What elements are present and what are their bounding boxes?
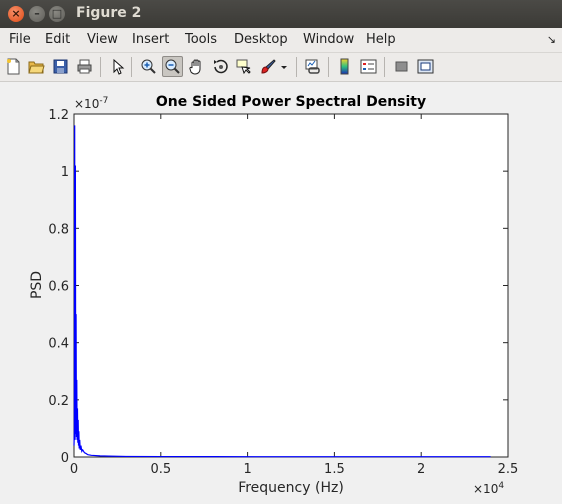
x-tick-label: 0: [70, 462, 78, 477]
menu-desktop[interactable]: Desktop: [234, 32, 288, 47]
x-tick-label: 2.5: [498, 462, 519, 477]
hide-plot-tools-icon: [395, 61, 408, 72]
data-cursor-button[interactable]: [234, 56, 255, 77]
hide-plot-tools-button[interactable]: [391, 56, 412, 77]
y-tick-label: 0.8: [48, 222, 69, 237]
toolbar-separator: [296, 57, 297, 77]
chart-title: One Sided Power Spectral Density: [156, 94, 426, 110]
y-tick-label: 0.4: [48, 337, 69, 352]
menu-window[interactable]: Window: [303, 32, 354, 47]
link-plot-icon: [305, 59, 320, 74]
toolbar-separator: [328, 57, 329, 77]
toolbar-separator: [100, 57, 101, 77]
toolbar-separator: [384, 57, 385, 77]
figure-toolbar: [0, 53, 562, 82]
x-exponent-label: ×104: [473, 481, 504, 496]
colorbar-button[interactable]: [334, 56, 355, 77]
y-tick-label: 0.2: [48, 394, 69, 409]
open-file-button[interactable]: [26, 56, 47, 77]
y-axis-label: PSD: [29, 271, 45, 299]
menu-tools[interactable]: Tools: [185, 32, 217, 47]
close-window-button[interactable]: ×: [8, 6, 24, 22]
zoom-out-button[interactable]: [162, 56, 183, 77]
x-tick-label: 2: [417, 462, 425, 477]
title-bar[interactable]: × – □ Figure 2: [0, 0, 562, 28]
save-button[interactable]: [50, 56, 71, 77]
x-axis-label: Frequency (Hz): [238, 480, 344, 496]
y-tick-label: 1.2: [48, 108, 69, 123]
new-figure-icon: [7, 58, 20, 75]
menu-edit[interactable]: Edit: [45, 32, 70, 47]
menu-view[interactable]: View: [87, 32, 118, 47]
zoom-in-button[interactable]: [138, 56, 159, 77]
minimize-window-button[interactable]: –: [29, 6, 45, 22]
brush-dropdown-button[interactable]: [278, 56, 290, 77]
edit-plot-button[interactable]: [107, 56, 128, 77]
open-file-icon: [28, 61, 45, 74]
brush-button[interactable]: [258, 56, 279, 77]
toolbar-separator: [131, 57, 132, 77]
brush-dropdown-icon: [281, 66, 287, 69]
legend-button[interactable]: [358, 56, 379, 77]
edit-plot-arrow-icon: [113, 58, 125, 75]
menu-insert[interactable]: Insert: [132, 32, 169, 47]
x-tick-label: 0.5: [150, 462, 171, 477]
legend-icon: [360, 59, 377, 74]
menu-file[interactable]: File: [9, 32, 31, 47]
pan-hand-icon: [189, 59, 201, 75]
data-cursor-icon: [236, 59, 251, 75]
pan-button[interactable]: [186, 56, 207, 77]
dock-figure-button[interactable]: ↘: [547, 33, 556, 46]
y-tick-label: 1: [61, 165, 69, 180]
rotate-3d-button[interactable]: [210, 56, 231, 77]
window-title: Figure 2: [76, 5, 142, 21]
new-figure-button[interactable]: [3, 56, 24, 77]
print-button[interactable]: [74, 56, 95, 77]
figure-window: × – □ Figure 2 File Edit View Insert Too…: [0, 0, 562, 504]
axes-background[interactable]: [73, 113, 509, 458]
y-exponent-label: ×10-7: [74, 96, 108, 111]
colorbar-icon: [340, 58, 349, 75]
menu-help[interactable]: Help: [366, 32, 396, 47]
zoom-out-icon: [165, 59, 180, 74]
link-plot-button[interactable]: [302, 56, 323, 77]
x-tick-label: 1.5: [324, 462, 345, 477]
y-tick-label: 0: [61, 451, 69, 466]
save-icon: [53, 59, 68, 74]
print-icon: [77, 59, 92, 74]
show-plot-tools-icon: [417, 59, 434, 74]
zoom-in-icon: [141, 59, 156, 74]
psd-chart: 0 0.5 1 1.5 2 2.5 0 0.2 0.4 0.6 0.8 1 1.2 One Sided …: [29, 94, 519, 496]
y-tick-label: 0.6: [48, 280, 69, 295]
figure-canvas: 0 0.5 1 1.5 2 2.5 0 0.2 0.4 0.6 0.8 1 1.2 One Sided …: [0, 82, 562, 504]
x-tick-label: 1: [243, 462, 251, 477]
brush-icon: [261, 59, 276, 74]
menu-bar: File Edit View Insert Tools Desktop Wind…: [0, 28, 562, 53]
rotate-3d-icon: [214, 59, 228, 74]
maximize-window-button[interactable]: □: [49, 6, 65, 22]
show-plot-tools-button[interactable]: [415, 56, 436, 77]
